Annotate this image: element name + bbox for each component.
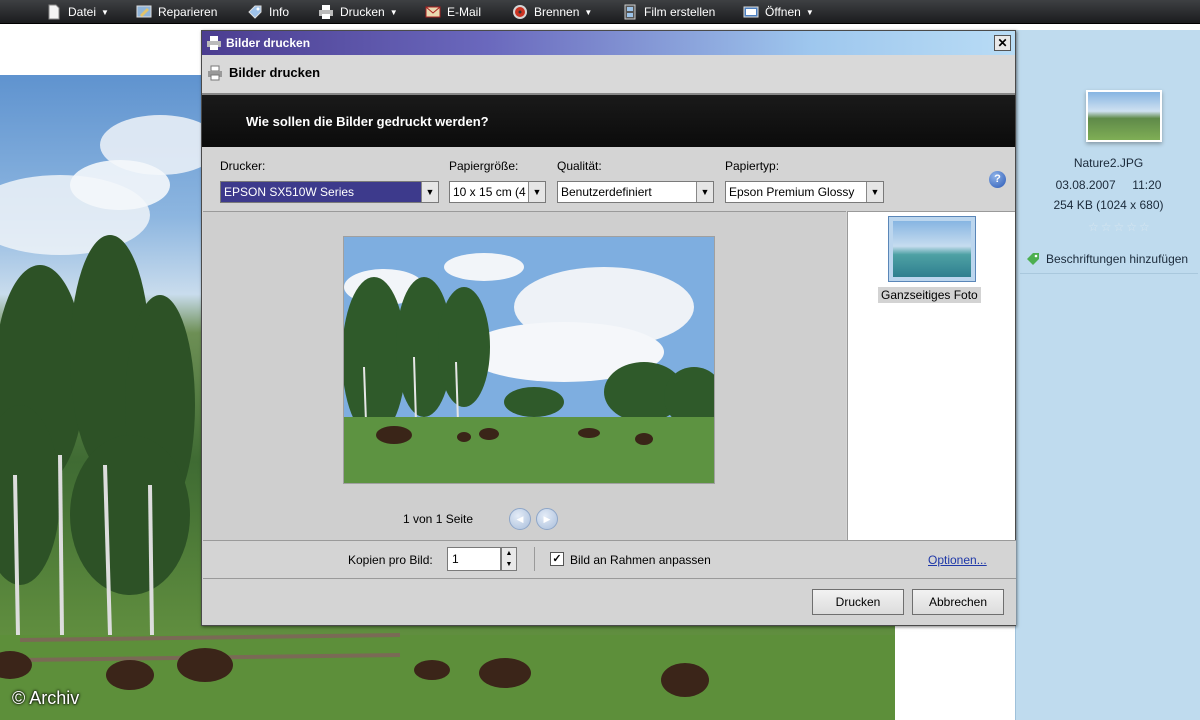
chevron-down-icon: ▼ (696, 182, 713, 202)
file-time: 11:20 (1132, 178, 1162, 192)
quality-value: Benutzerdefiniert (561, 185, 652, 199)
print-button[interactable]: Drucken (812, 589, 904, 615)
page-indicator: 1 von 1 Seite (403, 512, 474, 526)
top-toolbar: Datei ▼ Reparieren Info Drucken ▼ E-Mail… (0, 0, 1200, 24)
file-date-time: 03.08.2007 11:20 (1016, 178, 1200, 192)
burn-disc-icon (513, 5, 527, 19)
print-preview-area: 1 von 1 Seite ◀ ▶ (203, 211, 846, 540)
arrow-right-icon: ▶ (543, 514, 551, 524)
menu-oeffnen[interactable]: Öffnen ▼ (743, 0, 814, 24)
button-row: Drucken Abbrechen (203, 578, 1016, 625)
paper-type-select[interactable]: Epson Premium Glossy ▼ (725, 181, 884, 203)
file-date: 03.08.2007 (1055, 178, 1116, 192)
question-text: Wie sollen die Bilder gedruckt werden? (246, 114, 489, 129)
quality-select[interactable]: Benutzerdefiniert ▼ (557, 181, 714, 203)
chevron-down-icon: ▼ (528, 182, 545, 202)
copies-input[interactable]: 1 (447, 547, 501, 571)
landscape-illustration (344, 237, 714, 483)
paper-type-value: Epson Premium Glossy (729, 185, 855, 199)
menu-label: Öffnen (765, 5, 801, 19)
menu-film-erstellen[interactable]: Film erstellen (622, 0, 715, 24)
chevron-down-icon: ▼ (421, 182, 438, 202)
menu-brennen[interactable]: Brennen ▼ (512, 0, 592, 24)
menu-label: Reparieren (158, 5, 218, 19)
layout-list: Ganzseitiges Foto (847, 211, 1015, 540)
printer-icon (207, 36, 221, 50)
divider (534, 547, 535, 571)
menu-label: Drucken (340, 5, 385, 19)
document-icon (48, 4, 60, 20)
copies-row: Kopien pro Bild: 1 ▲ ▼ ✓ Bild an Rahmen … (203, 540, 1016, 578)
layout-option-full-page[interactable] (888, 216, 976, 282)
menu-label: Datei (68, 5, 97, 19)
menu-drucken[interactable]: Drucken ▼ (318, 0, 398, 24)
paper-type-label: Papiertyp: (725, 159, 780, 173)
previous-page-button[interactable]: ◀ (509, 508, 531, 530)
repair-icon (136, 5, 152, 18)
add-tag-icon (1027, 253, 1039, 265)
layout-thumbnail (893, 221, 971, 277)
fit-frame-checkbox[interactable]: ✓ (550, 552, 564, 566)
arrow-left-icon: ◀ (516, 514, 524, 524)
printer-label: Drucker: (220, 159, 266, 173)
dialog-title: Bilder drucken (226, 36, 311, 50)
dialog-title-bar[interactable]: Bilder drucken ✕ (202, 31, 1015, 55)
menu-label: Brennen (534, 5, 580, 19)
paper-size-select[interactable]: 10 x 15 cm (4 ▼ (449, 181, 546, 203)
film-icon (624, 4, 636, 20)
layout-option-label: Ganzseitiges Foto (878, 287, 981, 303)
star-rating[interactable]: ☆☆☆☆☆ (1088, 220, 1152, 234)
divider (1020, 273, 1198, 274)
options-link[interactable]: Optionen... (928, 553, 987, 567)
print-dialog: Bilder drucken ✕ Bilder drucken Wie soll… (201, 30, 1016, 626)
dialog-header: Bilder drucken (202, 55, 1015, 93)
menu-label: Info (269, 5, 290, 19)
menu-datei[interactable]: Datei ▼ (46, 0, 109, 24)
info-tag-icon (248, 5, 262, 19)
printer-select[interactable]: EPSON SX510W Series ▼ (220, 181, 439, 203)
cancel-button[interactable]: Abbrechen (912, 589, 1004, 615)
add-tags-label: Beschriftungen hinzufügen (1046, 252, 1189, 266)
printer-icon (319, 5, 333, 19)
menu-reparieren[interactable]: Reparieren (136, 0, 217, 24)
close-button[interactable]: ✕ (994, 35, 1011, 51)
print-preview-image (344, 237, 714, 483)
fit-frame-label[interactable]: Bild an Rahmen anpassen (570, 553, 711, 567)
paper-size-value: 10 x 15 cm (4 (453, 185, 526, 199)
menu-info[interactable]: Info (247, 0, 289, 24)
info-panel: Nature2.JPG 03.08.2007 11:20 254 KB (102… (1015, 30, 1200, 720)
dialog-heading: Bilder drucken (229, 65, 321, 80)
file-size: 254 KB (1024 x 680) (1053, 198, 1164, 212)
copies-stepper[interactable]: ▲ ▼ (501, 547, 517, 571)
copies-label: Kopien pro Bild: (348, 553, 433, 567)
next-page-button[interactable]: ▶ (536, 508, 558, 530)
checkmark-icon: ✓ (552, 553, 562, 565)
chevron-up-icon[interactable]: ▲ (506, 550, 513, 557)
chevron-down-icon[interactable]: ▼ (506, 561, 513, 568)
menu-email[interactable]: E-Mail (425, 0, 481, 24)
open-icon (743, 6, 759, 18)
chevron-down-icon: ▼ (805, 7, 814, 17)
chevron-down-icon: ▼ (389, 7, 398, 17)
help-icon[interactable]: ? (989, 171, 1006, 188)
quality-label: Qualität: (557, 159, 602, 173)
chevron-down-icon: ▼ (866, 182, 883, 202)
add-tags-link[interactable]: Beschriftungen hinzufügen (1026, 252, 1188, 266)
email-icon (425, 6, 441, 18)
question-banner: Wie sollen die Bilder gedruckt werden? (202, 93, 1015, 147)
menu-label: E-Mail (447, 5, 482, 19)
menu-label: Film erstellen (644, 5, 716, 19)
chevron-down-icon: ▼ (584, 7, 593, 17)
chevron-down-icon: ▼ (101, 7, 109, 17)
paper-size-label: Papiergröße: (449, 159, 519, 173)
printer-value: EPSON SX510W Series (224, 185, 355, 199)
file-thumbnail[interactable] (1086, 90, 1162, 142)
close-icon: ✕ (997, 36, 1008, 50)
printer-icon (208, 65, 222, 81)
file-name: Nature2.JPG (1073, 156, 1144, 170)
copyright-watermark: © Archiv (12, 688, 80, 708)
